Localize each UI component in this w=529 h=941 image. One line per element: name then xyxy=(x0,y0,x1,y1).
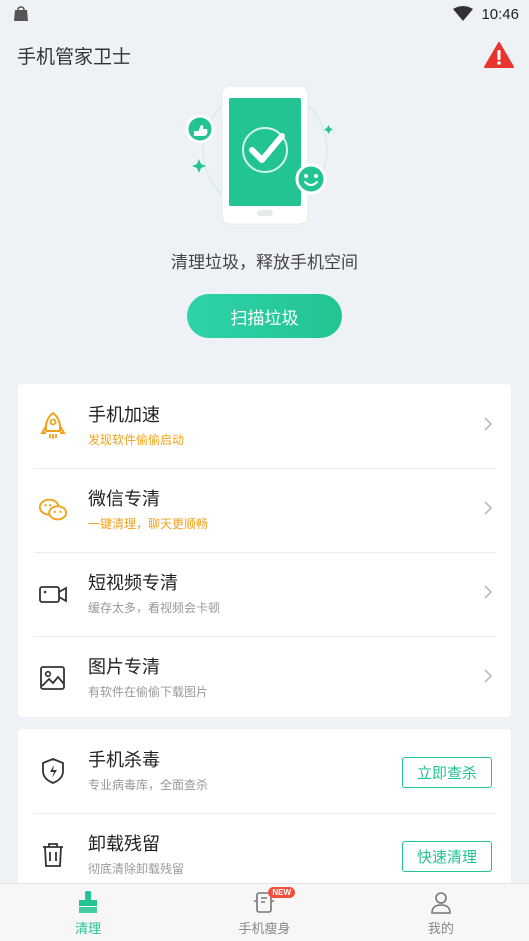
hero-tagline: 清理垃圾，释放手机空间 xyxy=(171,253,358,273)
nav-label: 清理 xyxy=(75,922,102,937)
chevron-right-icon xyxy=(484,501,493,515)
feature-list-card: 手机加速 发现软件偷偷启动 微信专清 一键清理，聊天更顺畅 短视频专清 缓存太多… xyxy=(18,384,511,717)
status-time: 10:46 xyxy=(481,5,519,23)
item-subtitle: 彻底清除卸载残留 xyxy=(88,862,185,876)
item-subtitle: 发现软件偷偷启动 xyxy=(88,433,185,447)
status-bar: 10:46 xyxy=(0,0,529,28)
image-icon xyxy=(38,663,68,693)
wifi-icon xyxy=(453,6,474,21)
shield-icon xyxy=(38,756,68,786)
warning-button[interactable] xyxy=(483,40,515,70)
new-badge: NEW xyxy=(268,887,295,898)
bottom-nav: 清理 NEW 手机瘦身 我的 xyxy=(0,883,529,941)
item-title: 卸载残留 xyxy=(88,834,160,855)
list-item-short-video-clean[interactable]: 短视频专清 缓存太多，看视频会卡顿 xyxy=(18,552,511,636)
tools-card: 手机杀毒 专业病毒库，全面查杀 立即查杀 卸载残留 彻底清除卸载残留 快速清理 xyxy=(18,729,511,889)
user-icon xyxy=(431,892,451,914)
warning-icon xyxy=(484,42,514,68)
nav-item-clean[interactable]: 清理 xyxy=(0,884,176,941)
list-item-antivirus: 手机杀毒 专业病毒库，全面查杀 立即查杀 xyxy=(18,729,511,813)
nav-item-me[interactable]: 我的 xyxy=(353,884,529,941)
list-item-image-clean[interactable]: 图片专清 有软件在偷偷下载图片 xyxy=(18,636,511,720)
scan-virus-button[interactable]: 立即查杀 xyxy=(402,757,492,788)
list-item-phone-boost[interactable]: 手机加速 发现软件偷偷启动 xyxy=(18,384,511,468)
chevron-right-icon xyxy=(484,417,493,431)
wechat-icon xyxy=(38,495,68,525)
item-title: 微信专清 xyxy=(88,489,160,510)
app-title: 手机管家卫士 xyxy=(17,45,132,68)
item-title: 手机加速 xyxy=(88,405,160,426)
item-subtitle: 一键清理，聊天更顺畅 xyxy=(88,517,209,531)
item-subtitle: 缓存太多，看视频会卡顿 xyxy=(88,601,221,615)
item-title: 短视频专清 xyxy=(88,573,178,594)
broom-icon xyxy=(79,891,98,913)
phone-clean-illustration xyxy=(185,85,333,225)
item-subtitle: 专业病毒库，全面查杀 xyxy=(88,778,209,792)
item-subtitle: 有软件在偷偷下载图片 xyxy=(88,685,209,699)
nav-item-phone-slim[interactable]: NEW 手机瘦身 xyxy=(176,884,352,941)
nav-label: 我的 xyxy=(427,922,454,937)
scan-junk-button[interactable]: 扫描垃圾 xyxy=(187,294,342,338)
trash-icon xyxy=(38,840,68,870)
hero-illustration xyxy=(0,80,529,230)
shopping-bag-icon xyxy=(14,6,28,21)
nav-label: 手机瘦身 xyxy=(238,922,291,937)
chevron-right-icon xyxy=(484,669,493,683)
chevron-right-icon xyxy=(484,585,493,599)
app-header: 手机管家卫士 xyxy=(0,36,529,74)
rocket-icon xyxy=(38,411,68,441)
video-camera-icon xyxy=(38,579,68,609)
item-title: 手机杀毒 xyxy=(88,750,160,771)
item-title: 图片专清 xyxy=(88,657,160,678)
list-item-wechat-clean[interactable]: 微信专清 一键清理，聊天更顺畅 xyxy=(18,468,511,552)
quick-clean-button[interactable]: 快速清理 xyxy=(402,841,492,872)
